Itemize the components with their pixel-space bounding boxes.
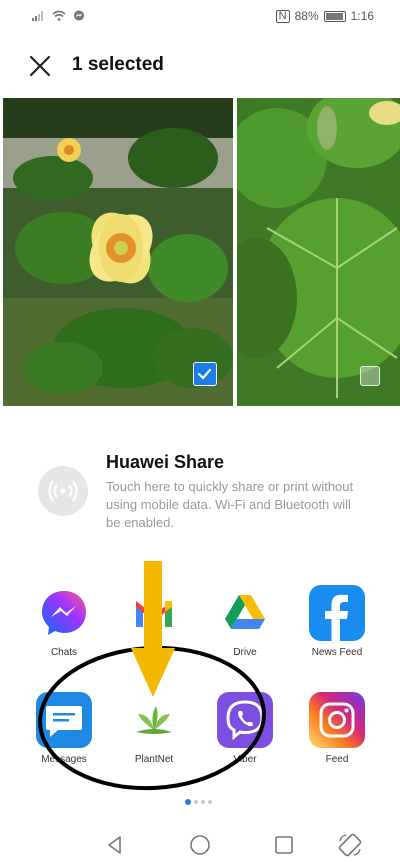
app-label: Chats — [50, 647, 78, 658]
clock: 1:16 — [350, 9, 374, 23]
photo-thumbnail-2[interactable] — [237, 98, 400, 406]
app-label: News Feed — [311, 647, 363, 658]
instagram-icon — [309, 692, 365, 748]
facebook-icon — [309, 585, 365, 641]
app-label: Drive — [233, 647, 257, 658]
selection-header: 1 selected — [0, 40, 400, 90]
app-label: Viber — [233, 754, 257, 765]
share-target-drive[interactable]: Drive — [200, 585, 290, 675]
home-icon[interactable] — [187, 832, 213, 858]
wifi-icon — [52, 10, 66, 21]
page-dot — [201, 800, 205, 804]
share-target-messages[interactable]: Messages — [19, 692, 109, 782]
messages-icon — [36, 692, 92, 748]
close-icon[interactable] — [26, 52, 54, 80]
share-target-news-feed[interactable]: News Feed — [292, 585, 382, 675]
page-dot — [194, 800, 198, 804]
page-dot — [208, 800, 212, 804]
viber-icon — [217, 692, 273, 748]
share-target-feed[interactable]: Feed — [292, 692, 382, 782]
huawei-share-icon — [48, 480, 78, 502]
signal-icon — [32, 11, 43, 21]
app-label: Messages — [41, 754, 87, 765]
messenger-notification-icon — [73, 10, 85, 21]
tulip-tree-flower-photo — [3, 98, 233, 406]
page-indicator — [185, 799, 212, 805]
nfc-icon: N — [275, 9, 290, 23]
share-target-viber[interactable]: Viber — [200, 692, 290, 782]
app-label: Feed — [325, 754, 349, 765]
checkmark-icon — [197, 368, 212, 380]
gmail-icon — [126, 585, 182, 641]
back-icon[interactable] — [102, 832, 128, 858]
app-label: PlantNet — [134, 754, 174, 765]
plantnet-icon — [126, 692, 182, 748]
huawei-share-description: Touch here to quickly share or print wit… — [106, 479, 354, 530]
share-target-plantnet[interactable]: PlantNet — [109, 692, 199, 782]
navigation-bar — [0, 824, 400, 866]
status-left-icons — [32, 10, 86, 21]
status-right-icons: N 88% 1:16 — [275, 9, 374, 23]
photo-1-checkbox-checked[interactable] — [193, 362, 217, 386]
share-target-gmail[interactable] — [109, 585, 199, 675]
recents-icon[interactable] — [271, 832, 297, 858]
messenger-icon — [36, 585, 92, 641]
photo-thumbnail-1[interactable] — [3, 98, 233, 406]
share-target-chats[interactable]: Chats — [19, 585, 109, 675]
huawei-share-button[interactable] — [38, 466, 88, 516]
battery-percentage: 88% — [294, 9, 319, 23]
battery-icon — [323, 10, 346, 22]
huawei-share-title[interactable]: Huawei Share — [106, 452, 224, 473]
page-title: 1 selected — [72, 54, 164, 75]
status-bar: N 88% 1:16 — [0, 0, 400, 34]
rotate-screen-icon[interactable] — [337, 832, 363, 858]
google-drive-icon — [217, 585, 273, 641]
tulip-tree-leaves-photo — [237, 98, 400, 406]
photo-2-checkbox-unchecked[interactable] — [360, 366, 380, 386]
page-dot-active — [185, 799, 191, 805]
